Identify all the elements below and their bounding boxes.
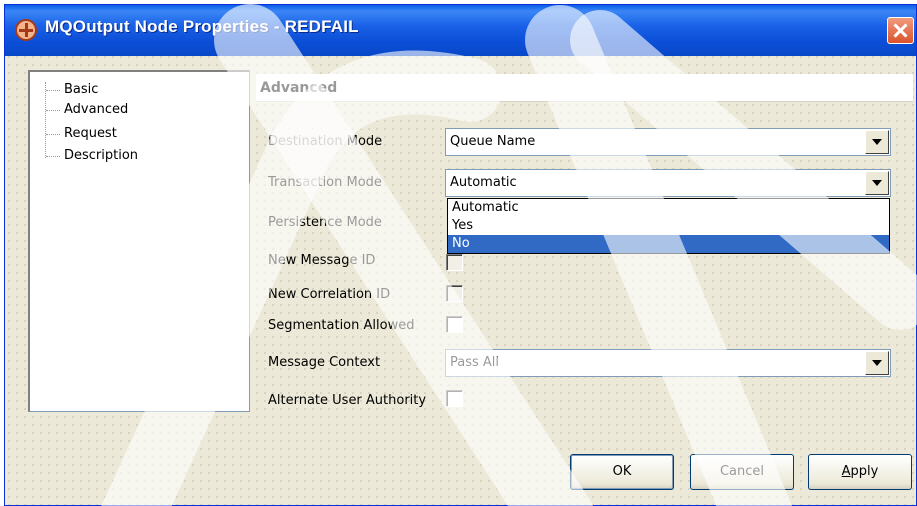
transaction-mode-dropdown: Automatic Yes No: [447, 198, 890, 254]
transaction-mode-select[interactable]: Automatic: [445, 169, 891, 197]
chevron-down-icon[interactable]: [865, 351, 889, 375]
tree-item-request[interactable]: Request: [46, 124, 117, 144]
transaction-mode-label: Transaction Mode: [268, 175, 382, 190]
persistence-mode-label: Persistence Mode: [268, 215, 382, 230]
tree-item-description[interactable]: Description: [46, 146, 138, 166]
dropdown-option-no[interactable]: No: [448, 235, 889, 253]
ok-button[interactable]: OK: [570, 454, 674, 490]
message-context-value: Pass All: [450, 355, 500, 370]
destination-mode-value: Queue Name: [450, 134, 536, 149]
segmentation-allowed-label: Segmentation Allowed: [268, 318, 415, 333]
dropdown-option-automatic[interactable]: Automatic: [448, 199, 889, 217]
message-context-select[interactable]: Pass All: [445, 349, 891, 377]
close-button[interactable]: [887, 17, 914, 44]
chevron-down-icon[interactable]: [865, 130, 889, 154]
message-context-label: Message Context: [268, 355, 381, 370]
title-bar[interactable]: MQOutput Node Properties - REDFAIL: [5, 5, 916, 56]
dropdown-option-yes[interactable]: Yes: [448, 217, 889, 235]
new-correlation-id-checkbox[interactable]: [446, 285, 463, 302]
chevron-down-icon[interactable]: [865, 171, 889, 195]
transaction-mode-value: Automatic: [450, 175, 517, 190]
apply-button[interactable]: Apply: [808, 454, 912, 490]
window-title: MQOutput Node Properties - REDFAIL: [45, 17, 359, 36]
tree-item-basic[interactable]: Basic: [46, 80, 98, 100]
navigation-tree: Basic Advanced Request Description: [28, 70, 250, 412]
tree-item-advanced[interactable]: Advanced: [46, 100, 128, 120]
destination-mode-label: Destination Mode: [268, 134, 383, 149]
alternate-user-authority-checkbox[interactable]: [446, 390, 463, 407]
cancel-button[interactable]: Cancel: [690, 454, 794, 490]
new-correlation-id-label: New Correlation ID: [268, 287, 391, 302]
new-message-id-label: New Message ID: [268, 253, 376, 268]
destination-mode-select[interactable]: Queue Name: [445, 128, 891, 156]
app-icon: [15, 19, 37, 41]
segmentation-allowed-checkbox[interactable]: [446, 316, 463, 333]
new-message-id-checkbox[interactable]: [446, 254, 463, 271]
section-title: Advanced: [256, 74, 913, 102]
alternate-user-authority-label: Alternate User Authority: [268, 393, 427, 408]
